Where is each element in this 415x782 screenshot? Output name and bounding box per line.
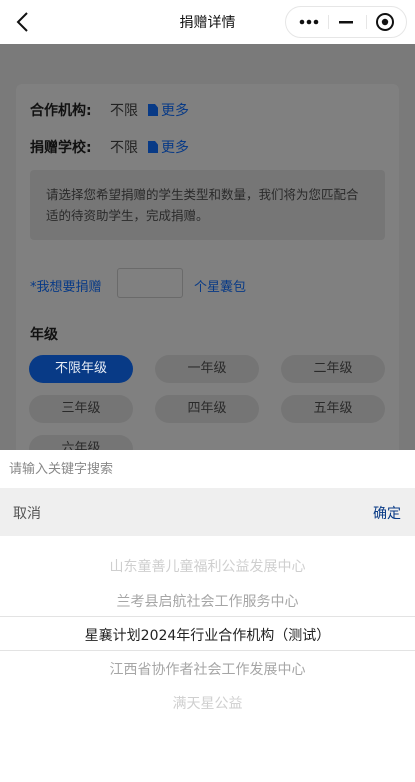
grade-chip-3[interactable]: 三年级 [29, 395, 133, 423]
org-label: 合作机构: [30, 103, 92, 119]
hint-box: 请选择您希望捐赠的学生类型和数量，我们将为您匹配合适的待资助学生，完成捐赠。 [30, 170, 385, 240]
cancel-button[interactable]: 取消 [13, 503, 41, 523]
picker-option[interactable]: 满天星公益 [0, 693, 415, 713]
minimize-icon[interactable] [326, 7, 366, 37]
selection-line-bottom [0, 650, 415, 651]
confirm-button[interactable]: 确定 [373, 503, 401, 523]
picker-option[interactable]: 山东童善儿童福利公益发展中心 [0, 556, 415, 576]
document-icon [148, 141, 158, 153]
school-value[interactable]: 不限 [110, 137, 138, 157]
selection-line-top [0, 616, 415, 617]
search-bar [0, 450, 415, 488]
grade-chip-all[interactable]: 不限年级 [29, 355, 133, 383]
grade-chip-2[interactable]: 二年级 [281, 355, 385, 383]
school-more-label: 更多 [161, 140, 189, 156]
grade-chip-1[interactable]: 一年级 [155, 355, 259, 383]
picker-option[interactable]: 江西省协作者社会工作发展中心 [0, 659, 415, 679]
document-icon [148, 104, 158, 116]
picker-toolbar: 取消 确定 [0, 488, 415, 536]
grade-chip-4[interactable]: 四年级 [155, 395, 259, 423]
nav-bar: 捐赠详情 [0, 0, 415, 44]
grade-chip-5[interactable]: 五年级 [281, 395, 385, 423]
picker-option[interactable]: 兰考县启航社会工作服务中心 [0, 591, 415, 611]
org-picker-sheet: 取消 确定 山东童善儿童福利公益发展中心 兰考县启航社会工作服务中心 星襄计划2… [0, 450, 415, 782]
org-more-label: 更多 [161, 103, 189, 119]
grade-title: 年级 [30, 327, 58, 343]
mini-program-capsule [285, 6, 407, 38]
org-more-link[interactable]: 更多 [148, 100, 189, 120]
org-value[interactable]: 不限 [110, 100, 138, 120]
donate-unit-label: 个星囊包 [194, 280, 247, 295]
school-more-link[interactable]: 更多 [148, 137, 189, 157]
school-label: 捐赠学校: [30, 140, 92, 156]
donate-count-input[interactable] [117, 268, 183, 298]
picker-option-selected[interactable]: 星襄计划2024年行业合作机构（测试） [0, 625, 415, 645]
donate-count-label: *我想要捐赠 [30, 280, 102, 295]
more-dots-icon[interactable] [288, 7, 328, 37]
search-input[interactable] [0, 450, 415, 488]
picker-wheel[interactable]: 山东童善儿童福利公益发展中心 兰考县启航社会工作服务中心 星襄计划2024年行业… [0, 546, 415, 742]
close-target-icon[interactable] [364, 7, 404, 37]
